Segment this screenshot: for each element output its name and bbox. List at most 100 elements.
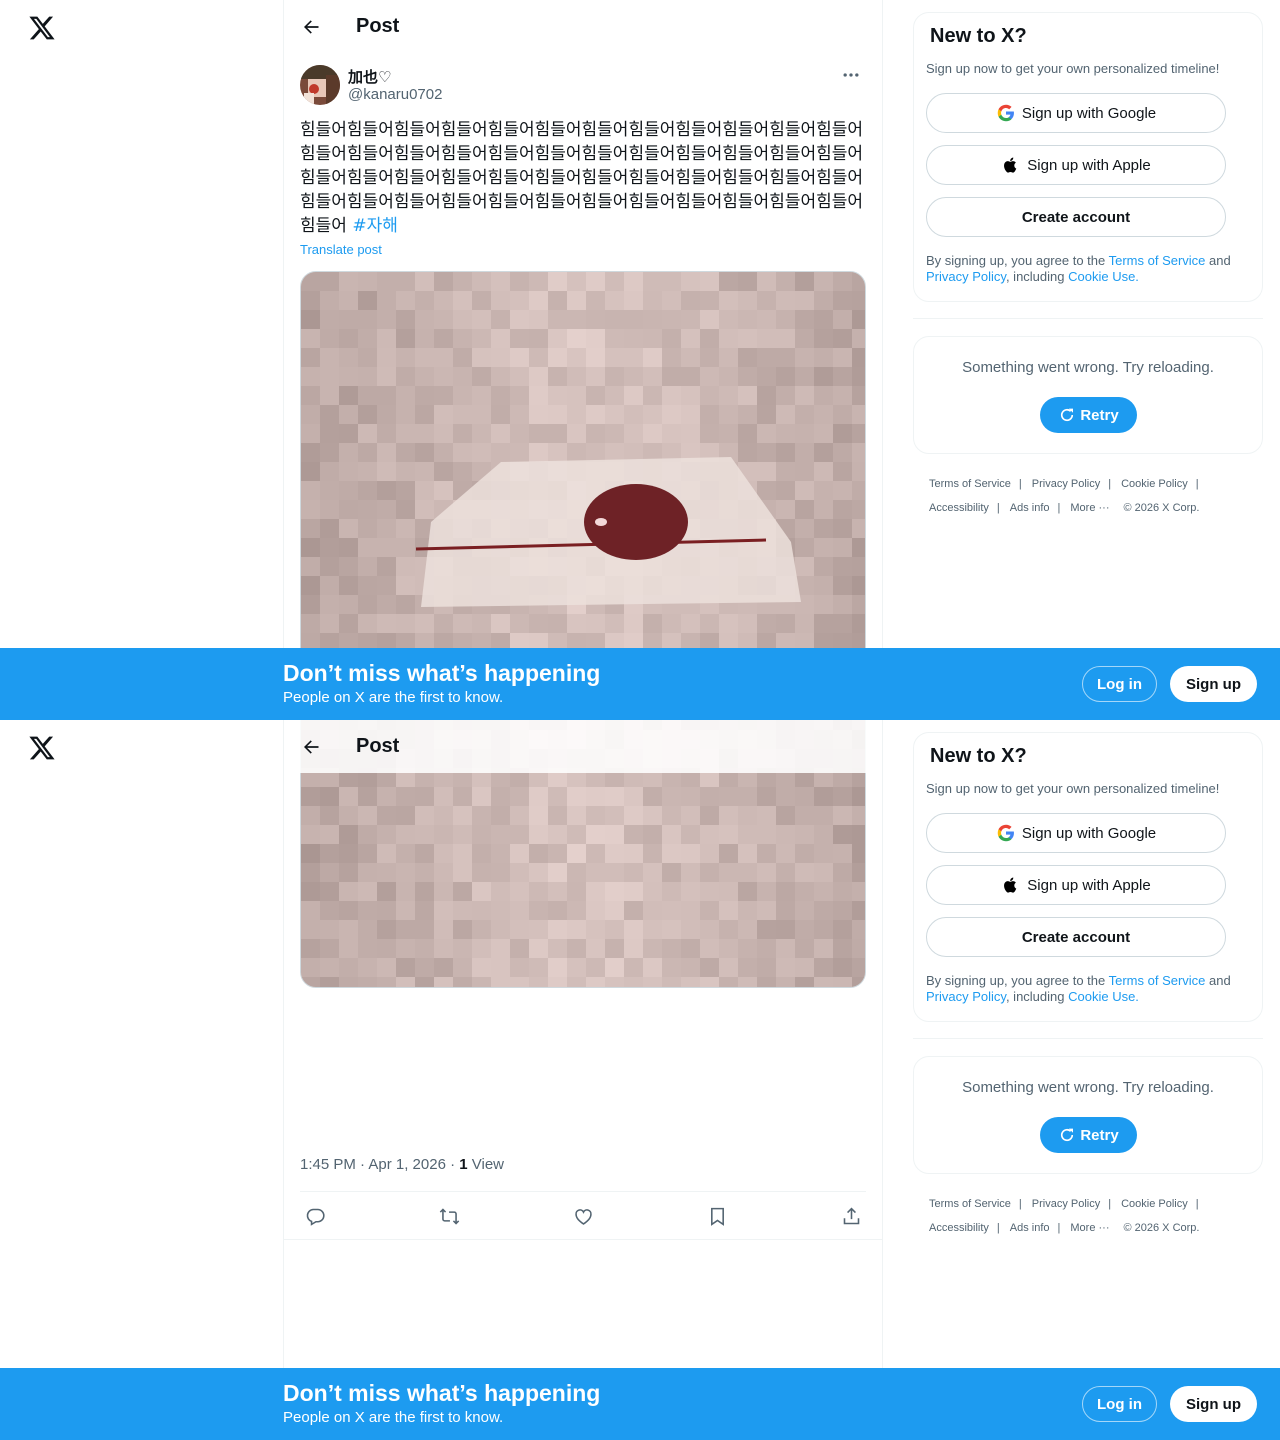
footer-separator: | — [1057, 1222, 1061, 1234]
terms-and: and — [1205, 973, 1231, 988]
retry-label: Retry — [1080, 1126, 1119, 1144]
footer-separator: | — [996, 502, 1000, 514]
view-count: 1 — [459, 1156, 468, 1173]
translate-post-link[interactable]: Translate post — [300, 242, 382, 257]
cookie-use-link[interactable]: Cookie Use. — [1068, 269, 1139, 284]
footer-copyright: © 2026 X Corp. — [1123, 1222, 1200, 1234]
error-message: Something went wrong. Try reloading. — [962, 359, 1214, 376]
x-logo-icon[interactable] — [28, 734, 56, 762]
sidebar-divider — [913, 1038, 1263, 1039]
repost-icon[interactable] — [438, 1205, 460, 1227]
signup-google-label: Sign up with Google — [1021, 824, 1157, 842]
signup-card-title: New to X? — [930, 25, 1027, 47]
footer-separator: | — [1108, 1198, 1112, 1210]
footer-terms-link[interactable]: Terms of Service — [929, 478, 1011, 490]
login-button[interactable]: Log in — [1082, 666, 1157, 702]
footer-separator: | — [1195, 1198, 1199, 1210]
terms-of-service-link[interactable]: Terms of Service — [1109, 253, 1206, 268]
signup-apple-button[interactable]: Sign up with Apple — [926, 145, 1226, 185]
google-icon — [996, 103, 1016, 123]
footer-separator: | — [1195, 478, 1199, 490]
more-dots-icon[interactable] — [834, 64, 868, 86]
footer-accessibility-link[interactable]: Accessibility — [929, 1222, 989, 1234]
footer-ads-link[interactable]: Ads info — [1010, 1222, 1050, 1234]
terms-prefix: By signing up, you agree to the — [926, 973, 1109, 988]
footer-separator: | — [1018, 1198, 1022, 1210]
reply-icon[interactable] — [304, 1205, 326, 1227]
footer-accessibility-link[interactable]: Accessibility — [929, 502, 989, 514]
primary-column: Post 1:45 PM · Apr 1, 2026 · 1 View — [283, 720, 883, 1440]
retry-button[interactable]: Retry — [1040, 397, 1137, 433]
login-banner: Don’t miss what’s happening People on X … — [0, 1368, 1280, 1440]
signup-google-button[interactable]: Sign up with Google — [926, 93, 1226, 133]
post-timestamp[interactable]: 1:45 PM · Apr 1, 2026 · — [300, 1156, 459, 1173]
apple-icon — [1001, 155, 1021, 175]
x-logo-icon[interactable] — [28, 14, 56, 42]
page-title: Post — [356, 15, 400, 37]
footer-separator: | — [1108, 478, 1112, 490]
apple-icon — [1001, 875, 1021, 895]
refresh-icon — [1058, 406, 1076, 424]
signup-card: New to X? Sign up now to get your own pe… — [913, 732, 1263, 1022]
share-icon[interactable] — [840, 1205, 862, 1227]
back-arrow-icon[interactable] — [294, 730, 328, 764]
signup-apple-label: Sign up with Apple — [1027, 876, 1151, 894]
signup-card: New to X? Sign up now to get your own pe… — [913, 12, 1263, 302]
back-arrow-icon[interactable] — [294, 10, 328, 44]
footer-more-link[interactable]: More ··· — [1070, 502, 1109, 514]
signup-card-title: New to X? — [930, 745, 1027, 767]
footer-separator: | — [996, 1222, 1000, 1234]
signup-google-button[interactable]: Sign up with Google — [926, 813, 1226, 853]
footer-separator: | — [1018, 478, 1022, 490]
refresh-icon — [1058, 1126, 1076, 1144]
divider — [284, 1239, 882, 1240]
footer-separator: | — [1057, 502, 1061, 514]
user-handle[interactable]: @kanaru0702 — [348, 86, 442, 103]
viewport-scrolled: Post 1:45 PM · Apr 1, 2026 · 1 View New … — [0, 720, 1280, 1440]
privacy-policy-link[interactable]: Privacy Policy — [926, 989, 1006, 1004]
footer-cookie-link[interactable]: Cookie Policy — [1121, 478, 1188, 490]
cookie-use-link[interactable]: Cookie Use. — [1068, 989, 1139, 1004]
create-account-button[interactable]: Create account — [926, 197, 1226, 237]
bookmark-icon[interactable] — [706, 1205, 728, 1227]
post-meta: 1:45 PM · Apr 1, 2026 · 1 View — [300, 1156, 504, 1173]
post-actions — [300, 1192, 866, 1240]
footer-privacy-link[interactable]: Privacy Policy — [1032, 478, 1100, 490]
error-message: Something went wrong. Try reloading. — [962, 1079, 1214, 1096]
signup-apple-button[interactable]: Sign up with Apple — [926, 865, 1226, 905]
post-author: 加也♡ @kanaru0702 — [300, 64, 868, 106]
signup-card-subtitle: Sign up now to get your own personalized… — [926, 781, 1220, 796]
banner-title: Don’t miss what’s happening — [283, 1380, 601, 1406]
banner-title: Don’t miss what’s happening — [283, 660, 601, 686]
login-button[interactable]: Log in — [1082, 1386, 1157, 1422]
post-text: 힘들어힘들어힘들어힘들어힘들어힘들어힘들어힘들어힘들어힘들어힘들어힘들어힘들어힘… — [300, 118, 868, 238]
footer-privacy-link[interactable]: Privacy Policy — [1032, 1198, 1100, 1210]
post-header: Post — [284, 0, 882, 53]
display-name[interactable]: 加也♡ — [348, 66, 391, 87]
like-icon[interactable] — [572, 1205, 594, 1227]
footer-cookie-link[interactable]: Cookie Policy — [1121, 1198, 1188, 1210]
avatar[interactable] — [300, 65, 340, 105]
sidebar-divider — [913, 318, 1263, 319]
login-banner: Don’t miss what’s happening People on X … — [0, 648, 1280, 720]
signup-button[interactable]: Sign up — [1170, 666, 1257, 702]
privacy-policy-link[interactable]: Privacy Policy — [926, 269, 1006, 284]
footer-copyright: © 2026 X Corp. — [1123, 502, 1200, 514]
terms-of-service-link[interactable]: Terms of Service — [1109, 973, 1206, 988]
footer-more-link[interactable]: More ··· — [1070, 1222, 1109, 1234]
post-header: Post — [284, 720, 882, 773]
google-icon — [996, 823, 1016, 843]
terms-including: , including — [1005, 989, 1069, 1004]
signup-button[interactable]: Sign up — [1170, 1386, 1257, 1422]
create-account-button[interactable]: Create account — [926, 917, 1226, 957]
page-title: Post — [356, 735, 400, 757]
terms-prefix: By signing up, you agree to the — [926, 253, 1109, 268]
signup-apple-label: Sign up with Apple — [1027, 156, 1151, 174]
primary-column: Post 加也♡ @kanaru0702 힘들어힘들어힘들어힘들어힘들어힘들어힘… — [283, 0, 883, 720]
signup-card-subtitle: Sign up now to get your own personalized… — [926, 61, 1220, 76]
retry-button[interactable]: Retry — [1040, 1117, 1137, 1153]
footer-terms-link[interactable]: Terms of Service — [929, 1198, 1011, 1210]
terms-notice: By signing up, you agree to the Terms of… — [926, 253, 1252, 285]
hashtag-link[interactable]: #자해 — [352, 216, 398, 236]
footer-ads-link[interactable]: Ads info — [1010, 502, 1050, 514]
